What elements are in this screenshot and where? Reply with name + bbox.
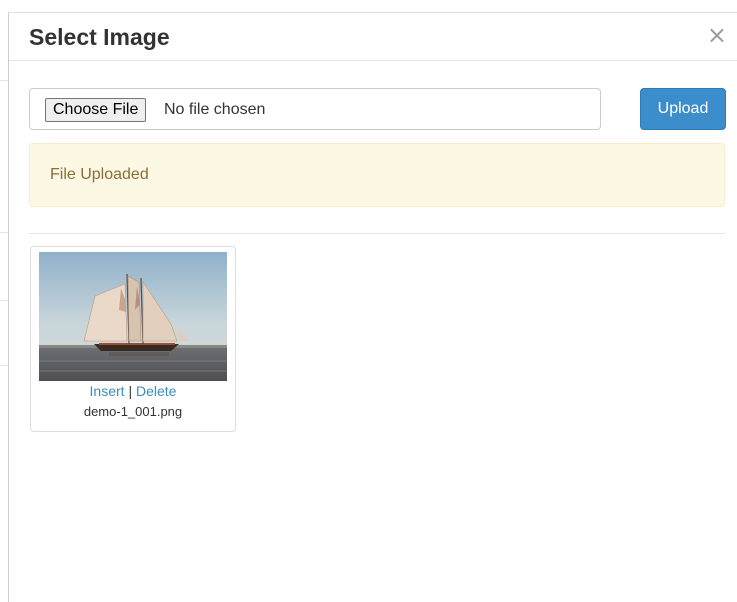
sailboat-image bbox=[39, 252, 227, 381]
delete-link[interactable]: Delete bbox=[136, 383, 176, 399]
modal-header: Select Image × bbox=[9, 13, 737, 61]
upload-button[interactable]: Upload bbox=[640, 88, 726, 130]
file-input[interactable]: Choose File No file chosen bbox=[29, 88, 601, 130]
backdrop-divider bbox=[0, 232, 8, 233]
image-thumbnail-card: Insert | Delete demo-1_001.png bbox=[30, 246, 236, 432]
backdrop-divider bbox=[0, 300, 8, 301]
alert-message: File Uploaded bbox=[50, 166, 149, 183]
close-icon[interactable]: × bbox=[707, 23, 727, 47]
image-filename: demo-1_001.png bbox=[83, 404, 183, 419]
backdrop-divider bbox=[0, 80, 8, 81]
action-separator: | bbox=[128, 383, 133, 399]
section-divider bbox=[29, 233, 725, 234]
upload-alert: File Uploaded bbox=[29, 143, 725, 207]
backdrop-divider bbox=[0, 365, 8, 366]
modal-title: Select Image bbox=[29, 24, 170, 50]
file-status-text: No file chosen bbox=[164, 101, 266, 118]
thumbnail-actions: Insert | Delete bbox=[31, 383, 235, 400]
choose-file-button[interactable]: Choose File bbox=[45, 98, 147, 122]
select-image-modal: Select Image × Choose File No file chose… bbox=[8, 12, 737, 602]
insert-link[interactable]: Insert bbox=[90, 383, 125, 399]
